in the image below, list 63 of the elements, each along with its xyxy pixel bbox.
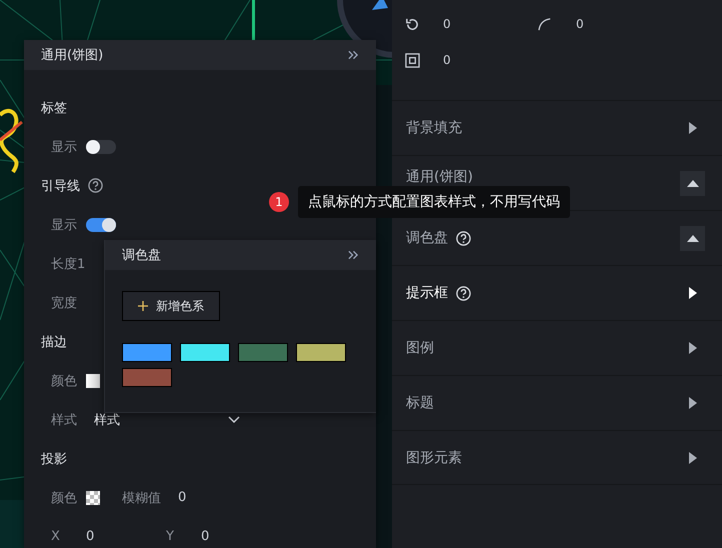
metric-value[interactable]: 0	[443, 53, 451, 67]
section-title: 调色盘	[406, 229, 448, 247]
section-title: 背景填充	[406, 119, 462, 137]
section-title: 通用(饼图)	[406, 168, 473, 186]
metric-value[interactable]: 0	[576, 17, 584, 31]
panel-title: 通用(饼图)	[41, 47, 104, 64]
section-title: 图例	[406, 339, 434, 357]
collapse-button[interactable]	[680, 170, 705, 196]
section-title: 标题	[406, 394, 434, 412]
corner-radius-icon	[538, 16, 553, 32]
field-label: 样式	[51, 412, 78, 428]
color-swatch[interactable]	[86, 490, 100, 504]
field-label: 长度1	[51, 256, 86, 272]
collapse-button[interactable]	[680, 226, 705, 250]
triangle-up-icon	[686, 179, 698, 187]
metric-value[interactable]: 0	[443, 17, 451, 31]
palette-swatch[interactable]	[238, 343, 288, 362]
expand-arrow-icon[interactable]	[689, 397, 697, 409]
field-value[interactable]: 0	[86, 529, 158, 544]
field-value[interactable]: 0	[201, 529, 210, 544]
expand-arrow-icon[interactable]	[689, 287, 697, 299]
panel-title: 调色盘	[122, 247, 161, 264]
expand-arrow-icon[interactable]	[689, 342, 697, 354]
help-icon[interactable]	[88, 178, 103, 193]
palette-swatch[interactable]	[180, 343, 230, 362]
chevron-down-icon	[228, 416, 240, 424]
palette-swatch[interactable]	[122, 343, 172, 362]
field-label: 模糊值	[122, 490, 162, 506]
style-select[interactable]: 样式	[94, 410, 240, 428]
field-label: Y	[166, 529, 175, 544]
section-title: 标签	[41, 100, 67, 116]
section-row[interactable]: 图例	[392, 320, 722, 375]
section-title: 引导线	[41, 178, 80, 194]
field-label: 显示	[51, 216, 78, 234]
section-row[interactable]: 背景填充	[392, 100, 722, 155]
palette-swatch[interactable]	[122, 368, 172, 387]
section-row[interactable]: 标题	[392, 375, 722, 430]
collapse-icon[interactable]	[348, 250, 359, 260]
plus-icon	[138, 301, 148, 311]
field-label: 宽度	[51, 294, 78, 312]
border-icon	[405, 52, 420, 68]
field-value[interactable]: 0	[178, 490, 186, 505]
collapse-icon[interactable]	[348, 50, 359, 60]
section-title: 描边	[41, 334, 67, 350]
expand-arrow-icon[interactable]	[689, 452, 697, 464]
field-label: 颜色	[51, 490, 78, 506]
field-label: 颜色	[51, 372, 78, 390]
section-title: 提示框	[406, 284, 448, 302]
field-label: 显示	[51, 138, 78, 156]
color-swatch[interactable]	[86, 374, 100, 388]
expand-arrow-icon[interactable]	[689, 122, 697, 134]
toggle-switch[interactable]	[86, 140, 116, 154]
section-title: 投影	[41, 450, 67, 468]
rotate-icon	[405, 16, 420, 32]
section-row[interactable]: 提示框	[392, 265, 722, 320]
add-palette-button[interactable]: 新增色系	[122, 291, 220, 321]
section-title: 图形元素	[406, 448, 462, 466]
field-label: X	[51, 529, 61, 544]
palette-swatch[interactable]	[296, 343, 346, 362]
toggle-switch[interactable]	[86, 218, 116, 232]
tooltip: 点鼠标的方式配置图表样式，不用写代码	[298, 186, 570, 218]
triangle-up-icon	[686, 234, 698, 242]
section-row[interactable]: 图形元素	[392, 430, 722, 485]
